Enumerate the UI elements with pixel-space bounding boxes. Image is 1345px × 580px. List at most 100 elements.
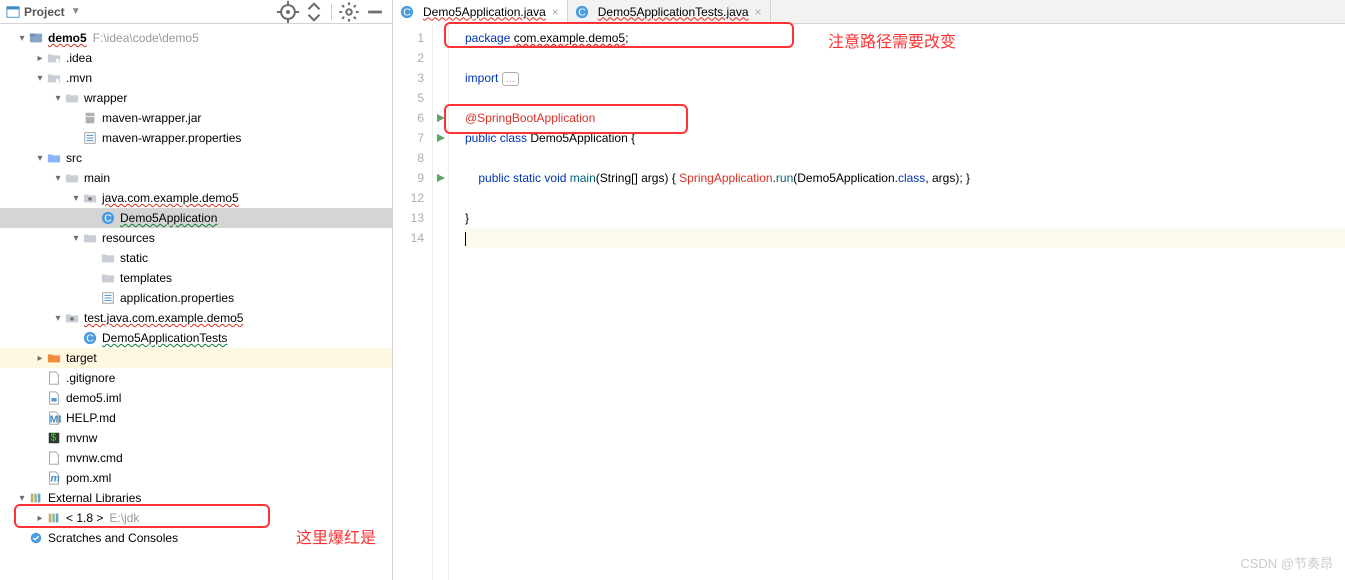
hide-icon[interactable] [364, 1, 386, 23]
module-icon [28, 30, 44, 46]
tree-label: mvnw [66, 431, 97, 445]
tree-arrow[interactable]: ▾ [34, 153, 46, 164]
project-sidebar: Project ▼ ▾demo5F:\idea\code\demo5▸.idea… [0, 0, 393, 580]
tree-item-demo5[interactable]: ▾demo5F:\idea\code\demo5 [0, 28, 392, 48]
tree-item-pom-xml[interactable]: mpom.xml [0, 468, 392, 488]
tree-item-demo5-iml[interactable]: demo5.iml [0, 388, 392, 408]
tree-arrow[interactable]: ▸ [34, 53, 46, 64]
class-icon: C [399, 4, 415, 20]
tree-arrow[interactable]: ▾ [16, 33, 28, 44]
svg-text:C: C [86, 333, 94, 345]
props-icon [82, 130, 98, 146]
tree-label: Demo5ApplicationTests [102, 331, 227, 345]
code-editor[interactable]: 12356789121314 package com.example.demo5… [393, 24, 1345, 580]
close-icon[interactable]: × [753, 5, 764, 19]
tree-arrow[interactable]: ▾ [34, 73, 46, 84]
tree-item--1-8-[interactable]: ▸< 1.8 >E:\jdk [0, 508, 392, 528]
tree-item-templates[interactable]: templates [0, 268, 392, 288]
svg-text:m: m [51, 473, 60, 485]
run-marker[interactable] [433, 108, 448, 128]
tree-item-application-properties[interactable]: application.properties [0, 288, 392, 308]
tree-item-src[interactable]: ▾src [0, 148, 392, 168]
tree-item-static[interactable]: static [0, 248, 392, 268]
svg-text:$: $ [51, 432, 57, 444]
code-line[interactable]: package com.example.demo5; [465, 28, 1345, 48]
tree-item--gitignore[interactable]: .gitignore [0, 368, 392, 388]
tree-arrow[interactable]: ▾ [52, 173, 64, 184]
tree-arrow[interactable]: ▸ [34, 353, 46, 364]
tree-label: mvnw.cmd [66, 451, 123, 465]
tree-arrow[interactable]: ▾ [70, 193, 82, 204]
gear-icon[interactable] [338, 1, 360, 23]
svg-text:C: C [403, 6, 411, 18]
folder-icon [64, 170, 80, 186]
code-line[interactable]: @SpringBootApplication [465, 108, 1345, 128]
tree-item-help-md[interactable]: MDHELP.md [0, 408, 392, 428]
tree-item-java-com-example-demo5[interactable]: ▾ java.com.example.demo5 [0, 188, 392, 208]
tree-label: main [84, 171, 110, 185]
line-number: 8 [393, 148, 424, 168]
tree-arrow[interactable]: ▾ [70, 233, 82, 244]
code-line[interactable] [465, 228, 1345, 248]
tab-demo5application-java[interactable]: C Demo5Application.java × [393, 0, 568, 24]
tree-label: demo5 [48, 31, 87, 45]
run-marker [433, 208, 448, 228]
folder-pkg-icon [64, 310, 80, 326]
tree-item-resources[interactable]: ▾ resources [0, 228, 392, 248]
code-line[interactable] [465, 148, 1345, 168]
line-number: 1 [393, 28, 424, 48]
tree-item-test-java-com-example-demo5[interactable]: ▾test.java.com.example.demo5 [0, 308, 392, 328]
code-line[interactable] [465, 48, 1345, 68]
tree-item-mvnw-cmd[interactable]: mvnw.cmd [0, 448, 392, 468]
code-line[interactable] [465, 188, 1345, 208]
tree-label: .idea [66, 51, 92, 65]
tree-label: resources [102, 231, 155, 245]
scratch-icon [28, 530, 44, 546]
tree-label: Scratches and Consoles [48, 531, 178, 545]
code-line[interactable]: public class Demo5Application { [465, 128, 1345, 148]
lib-icon [46, 510, 62, 526]
sidebar-dropdown-icon[interactable]: ▼ [71, 6, 81, 17]
project-tree[interactable]: ▾demo5F:\idea\code\demo5▸.idea▾.mvn▾wrap… [0, 24, 392, 580]
tree-arrow[interactable]: ▸ [34, 513, 46, 524]
tree-item-demo5applicationtests[interactable]: C Demo5ApplicationTests [0, 328, 392, 348]
class-icon: C [82, 330, 98, 346]
collapse-icon[interactable] [303, 1, 325, 23]
sidebar-title[interactable]: Project [24, 5, 65, 19]
tree-arrow[interactable]: ▾ [52, 93, 64, 104]
editor-tabs: CDemo5Application.java×CDemo5Application… [393, 0, 1345, 24]
tree-arrow[interactable]: ▾ [16, 493, 28, 504]
editor-area: CDemo5Application.java×CDemo5Application… [393, 0, 1345, 580]
tree-item-maven-wrapper-properties[interactable]: maven-wrapper.properties [0, 128, 392, 148]
code-line[interactable]: import ... [465, 68, 1345, 88]
tree-item-scratches-and-consoles[interactable]: Scratches and Consoles [0, 528, 392, 548]
tree-label: java.com.example.demo5 [102, 191, 239, 205]
tree-item-wrapper[interactable]: ▾wrapper [0, 88, 392, 108]
code-line[interactable]: } [465, 208, 1345, 228]
svg-text:C: C [104, 213, 112, 225]
code-content[interactable]: package com.example.demo5; import ... @Spr… [449, 24, 1345, 580]
class-icon: C [574, 4, 590, 20]
tab-label: Demo5Application.java [423, 5, 546, 19]
tree-item--mvn[interactable]: ▾.mvn [0, 68, 392, 88]
tab-demo5applicationtests-java[interactable]: CDemo5ApplicationTests.java× [568, 0, 771, 24]
run-marker [433, 228, 448, 248]
folder-src-icon [46, 150, 62, 166]
code-line[interactable] [465, 88, 1345, 108]
close-icon[interactable]: × [550, 5, 561, 19]
tree-item-demo5application[interactable]: CDemo5Application [0, 208, 392, 228]
project-icon [6, 5, 20, 19]
tree-item-target[interactable]: ▸target [0, 348, 392, 368]
tree-item-mvnw[interactable]: $ mvnw [0, 428, 392, 448]
file-icon [46, 370, 62, 386]
tree-item-maven-wrapper-jar[interactable]: maven-wrapper.jar [0, 108, 392, 128]
tree-arrow[interactable]: ▾ [52, 313, 64, 324]
code-line[interactable]: public static void main(String[] args) {… [465, 168, 1345, 188]
tree-item-main[interactable]: ▾ main [0, 168, 392, 188]
target-icon[interactable] [277, 1, 299, 23]
run-marker [433, 88, 448, 108]
tree-item-external-libraries[interactable]: ▾External Libraries [0, 488, 392, 508]
run-marker[interactable] [433, 168, 448, 188]
run-marker[interactable] [433, 128, 448, 148]
tree-item--idea[interactable]: ▸ .idea [0, 48, 392, 68]
